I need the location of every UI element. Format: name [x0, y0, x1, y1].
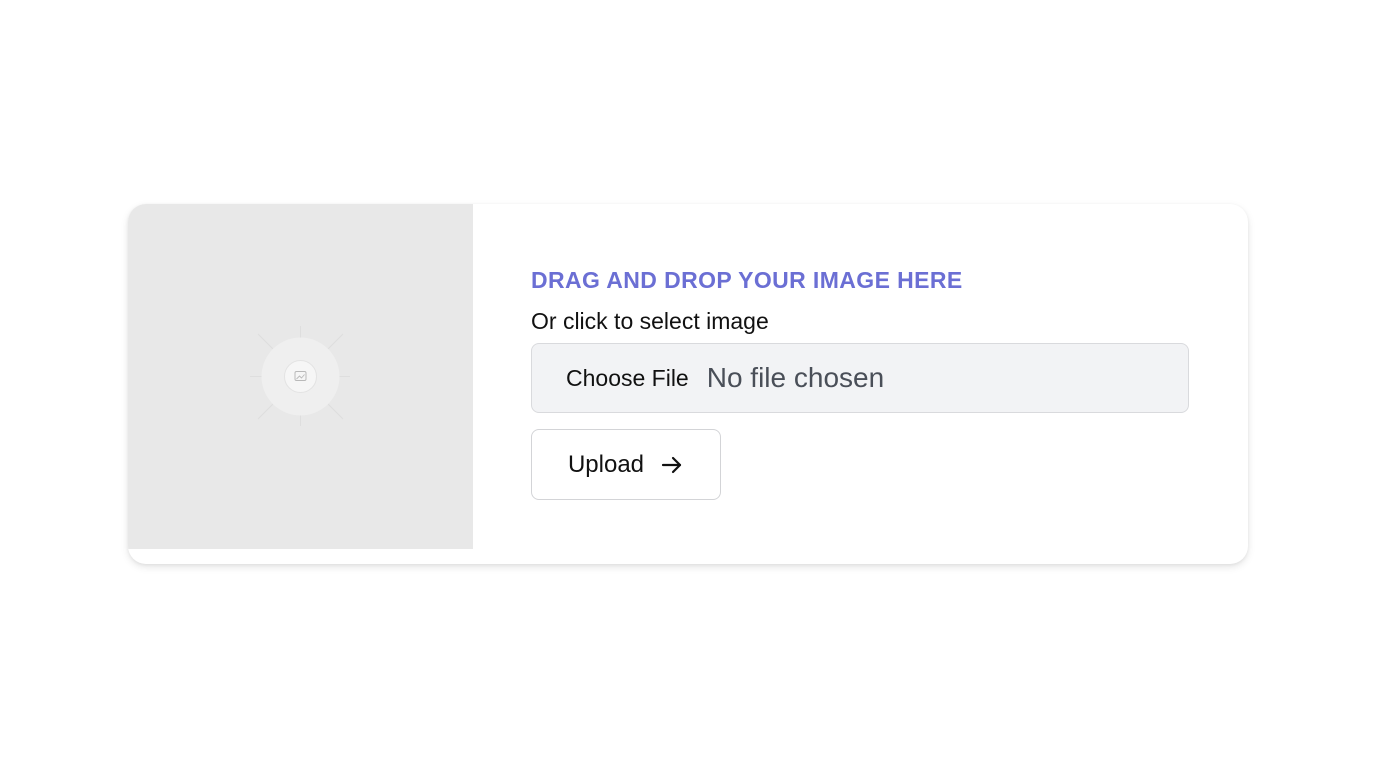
file-status-text: No file chosen: [706, 362, 885, 393]
upload-button-label: Upload: [567, 450, 645, 478]
choose-file-button[interactable]: Choose File: [566, 365, 689, 392]
image-preview[interactable]: [128, 204, 473, 549]
file-input[interactable]: Choose File No file chosen: [531, 343, 1189, 413]
upload-form: DRAG AND DROP YOUR IMAGE HERE Or click t…: [531, 264, 1191, 500]
drop-heading: DRAG AND DROP YOUR IMAGE HERE: [531, 267, 963, 293]
select-hint: Or click to select image: [531, 308, 769, 334]
image-placeholder-icon: [250, 326, 350, 426]
upload-button[interactable]: Upload: [531, 429, 721, 500]
upload-card: DRAG AND DROP YOUR IMAGE HERE Or click t…: [128, 204, 1248, 564]
arrow-right-icon: [661, 456, 682, 473]
